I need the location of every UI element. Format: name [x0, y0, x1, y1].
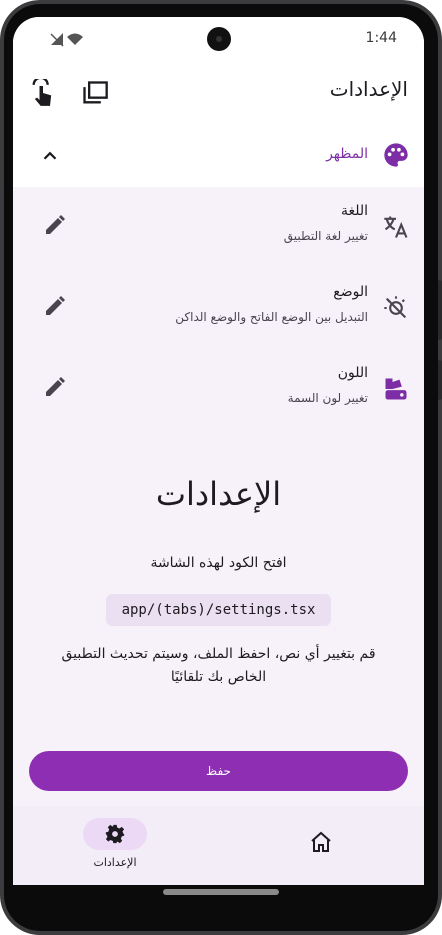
tab-settings[interactable] — [83, 818, 147, 850]
item-title: اللون — [337, 365, 368, 381]
camera-cutout — [207, 27, 231, 51]
touch-app-icon[interactable] — [29, 79, 57, 107]
settings-item-language[interactable]: اللغة تغيير لغة التطبيق — [13, 189, 424, 269]
screen: 1:44 الإعدادات المظهر اللغة تغيير لغة ال… — [13, 17, 424, 885]
app-bar: الإعدادات — [13, 61, 424, 125]
gear-icon — [105, 824, 125, 844]
volume-button — [438, 280, 442, 340]
accordion-label: المظهر — [326, 146, 368, 162]
item-subtitle: تغيير لغة التطبيق — [283, 229, 368, 243]
settings-item-mode[interactable]: الوضع التبديل بين الوضع الفاتح والوضع ال… — [13, 270, 424, 350]
status-time: 1:44 — [365, 30, 397, 46]
content-title: الإعدادات — [155, 475, 282, 513]
item-subtitle: تغيير لون السمة — [287, 391, 368, 405]
open-code-text: افتح الكود لهذه الشاشة — [150, 555, 287, 571]
appearance-accordion[interactable]: المظهر — [13, 125, 424, 187]
home-icon[interactable] — [309, 830, 333, 854]
gesture-home-bar[interactable] — [163, 889, 279, 895]
item-title: الوضع — [333, 284, 368, 300]
hint-text: قم بتغيير أي نص، احفظ الملف، وسيتم تحديث… — [61, 646, 376, 685]
edit-pencil-icon[interactable] — [43, 375, 67, 399]
copy-windows-icon[interactable] — [81, 79, 109, 107]
edit-pencil-icon[interactable] — [43, 294, 67, 318]
power-button — [438, 360, 442, 400]
save-button[interactable]: حفظ — [29, 751, 408, 791]
theme-mode-icon — [384, 296, 407, 319]
item-title: اللغة — [340, 203, 368, 219]
status-bar: 1:44 — [13, 17, 424, 61]
page-title: الإعدادات — [329, 77, 408, 101]
edit-pencil-icon[interactable] — [43, 213, 67, 237]
palette-icon — [384, 143, 408, 167]
tab-settings-label: الإعدادات — [93, 856, 137, 869]
palette-swatch-icon — [385, 378, 407, 400]
signal-wifi-icon — [50, 33, 83, 47]
chevron-up-icon[interactable] — [39, 145, 61, 167]
code-path: app/(tabs)/settings.tsx — [106, 594, 331, 626]
settings-item-color[interactable]: اللون تغيير لون السمة — [13, 351, 424, 431]
bottom-navigation: الإعدادات — [13, 806, 424, 885]
translate-icon — [384, 216, 408, 238]
item-subtitle: التبديل بين الوضع الفاتح والوضع الداكن — [175, 310, 368, 324]
